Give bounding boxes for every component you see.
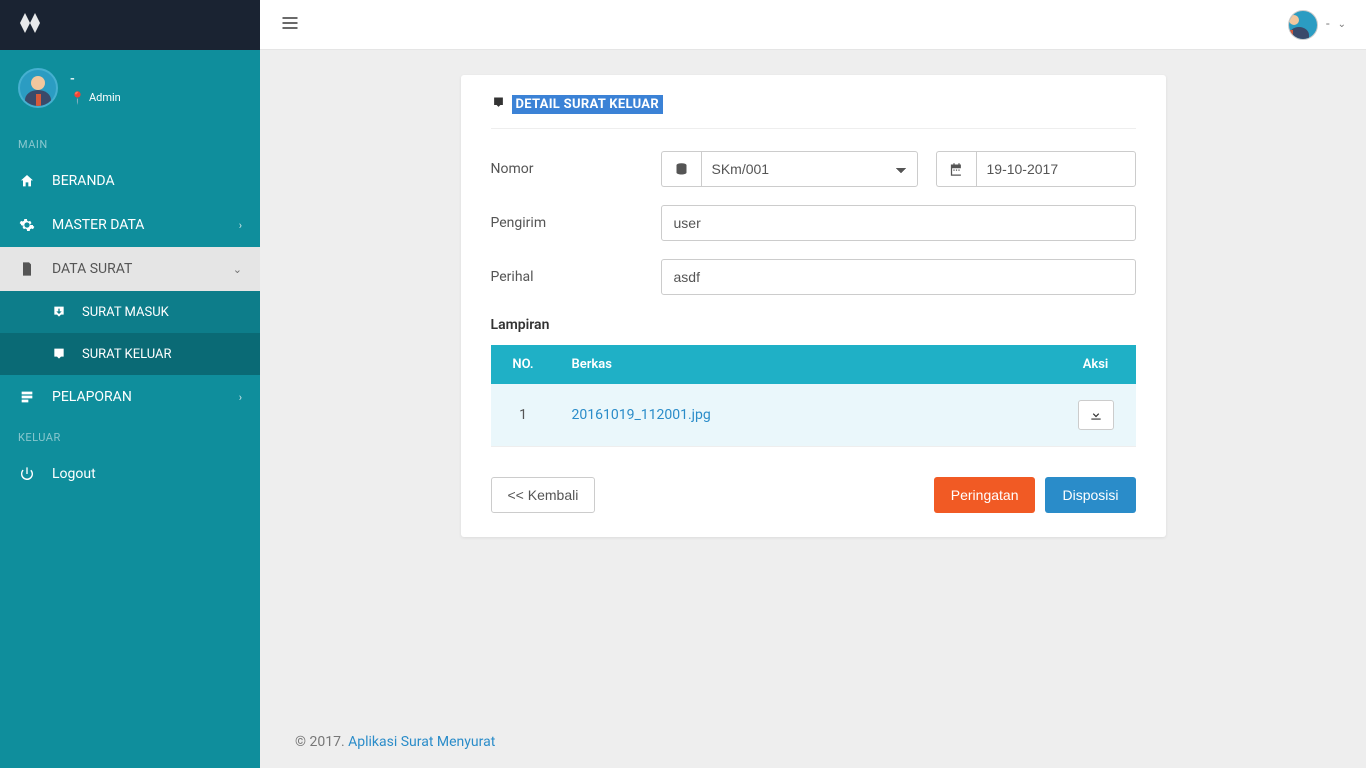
pengirim-input[interactable] (661, 205, 1136, 241)
chevron-down-icon: ⌄ (233, 263, 242, 276)
logo-icon (18, 11, 42, 39)
nav-label: Logout (52, 466, 96, 482)
panel-title: DETAIL SURAT KELUAR (512, 95, 663, 114)
footer-app-link[interactable]: Aplikasi Surat Menyurat (348, 734, 495, 750)
nav-beranda[interactable]: BERANDA (0, 159, 260, 203)
perihal-input[interactable] (661, 259, 1136, 295)
menu-toggle-button[interactable] (280, 13, 300, 37)
download-button[interactable] (1078, 400, 1114, 430)
topbar-user-label: - (1326, 17, 1330, 32)
nav-label: SURAT KELUAR (82, 347, 172, 362)
user-role-text: Admin (89, 91, 121, 104)
th-no: NO. (491, 345, 556, 384)
topbar: - ⌄ (260, 0, 1366, 50)
chevron-right-icon: › (239, 219, 242, 232)
sidebar-user: - 📍 Admin (0, 50, 260, 126)
upload-icon (491, 95, 506, 114)
inbox-icon (50, 304, 68, 320)
nav-data-surat[interactable]: DATA SURAT ⌄ (0, 247, 260, 291)
nav-data-surat-sub: SURAT MASUK SURAT KELUAR (0, 291, 260, 375)
user-name: - (70, 72, 121, 87)
logo-bar (0, 0, 260, 50)
label-pengirim: Pengirim (491, 215, 661, 231)
lampiran-label: Lampiran (491, 317, 1136, 333)
nav-logout[interactable]: Logout (0, 452, 260, 496)
label-perihal: Perihal (491, 269, 661, 285)
nav-label: PELAPORAN (52, 389, 132, 405)
nav-label: DATA SURAT (52, 261, 132, 277)
chevron-down-icon: ⌄ (1338, 19, 1346, 30)
user-role: 📍 Admin (70, 91, 121, 105)
footer: © 2017. Aplikasi Surat Menyurat (260, 716, 1366, 768)
power-icon (18, 466, 36, 482)
nav-surat-keluar[interactable]: SURAT KELUAR (0, 333, 260, 375)
topbar-user-menu[interactable]: - ⌄ (1288, 10, 1346, 40)
outbox-icon (50, 346, 68, 362)
disposisi-button[interactable]: Disposisi (1045, 477, 1135, 513)
tanggal-input[interactable] (976, 151, 1136, 187)
calendar-icon (936, 151, 976, 187)
nav-label: BERANDA (52, 173, 115, 189)
report-icon (18, 389, 36, 405)
nomor-select[interactable]: SKm/001 (701, 151, 918, 187)
file-link[interactable]: 20161019_112001.jpg (572, 407, 711, 423)
nav-surat-masuk[interactable]: SURAT MASUK (0, 291, 260, 333)
cell-no: 1 (491, 384, 556, 447)
sidebar: - 📍 Admin MAIN BERANDA MASTER DATA › DAT… (0, 0, 260, 768)
chevron-right-icon: › (239, 391, 242, 404)
location-pin-icon: 📍 (70, 91, 85, 105)
nav-label: SURAT MASUK (82, 305, 169, 320)
label-nomor: Nomor (491, 161, 661, 177)
table-row: 1 20161019_112001.jpg (491, 384, 1136, 447)
nav-pelaporan[interactable]: PELAPORAN › (0, 375, 260, 419)
peringatan-button[interactable]: Peringatan (934, 477, 1036, 513)
th-aksi: Aksi (1056, 345, 1136, 384)
nav-section-keluar: KELUAR (0, 419, 260, 452)
footer-year: © 2017. (295, 734, 348, 750)
lampiran-table: NO. Berkas Aksi 1 20161019_112001.jpg (491, 345, 1136, 447)
home-icon (18, 173, 36, 189)
document-icon (18, 261, 36, 277)
avatar-icon (18, 68, 58, 108)
th-berkas: Berkas (556, 345, 1056, 384)
database-icon (661, 151, 701, 187)
back-button[interactable]: << Kembali (491, 477, 596, 513)
detail-panel: DETAIL SURAT KELUAR Nomor SKm/001 (461, 75, 1166, 537)
nav-label: MASTER DATA (52, 217, 144, 233)
gear-icon (18, 217, 36, 233)
nav-master-data[interactable]: MASTER DATA › (0, 203, 260, 247)
avatar-icon (1288, 10, 1318, 40)
nav-section-main: MAIN (0, 126, 260, 159)
